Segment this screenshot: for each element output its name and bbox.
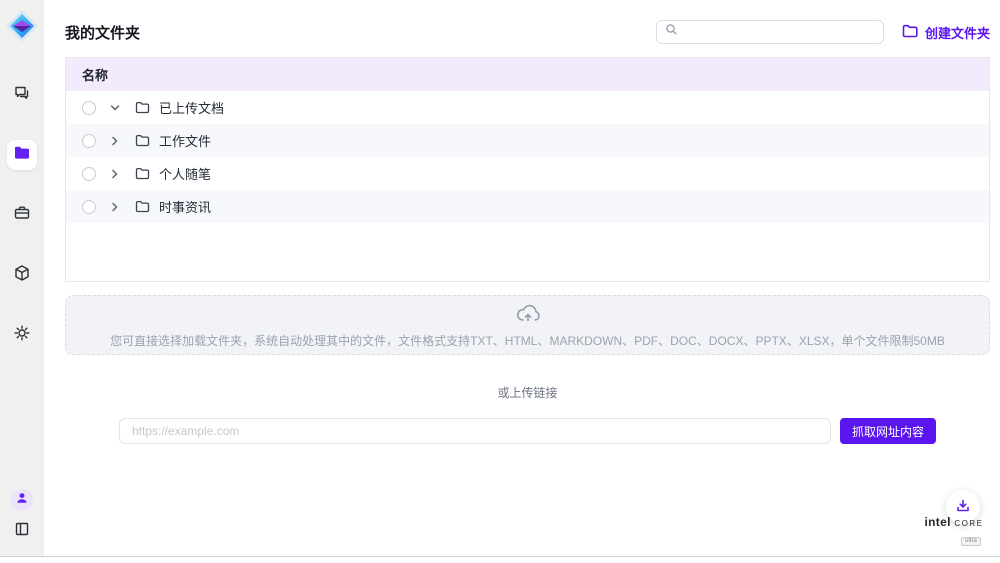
table-row[interactable]: 工作文件 (66, 124, 989, 157)
table-header-name: 名称 (66, 58, 989, 91)
folder-icon (13, 144, 31, 167)
person-icon (15, 491, 29, 510)
create-folder-label: 创建文件夹 (925, 23, 990, 42)
row-checkbox[interactable] (82, 101, 96, 115)
app-logo-icon[interactable] (4, 8, 40, 44)
collapse-panel-button[interactable] (14, 521, 30, 542)
search-icon (665, 23, 678, 41)
intel-wordmark: intel (925, 515, 951, 529)
search-input[interactable] (684, 25, 875, 39)
row-checkbox[interactable] (82, 134, 96, 148)
intel-core-logo: intel core ultra (918, 515, 990, 547)
folder-table: 名称 已上传文档 工作文件 (65, 57, 990, 282)
folder-outline-icon (135, 200, 150, 213)
create-folder-button[interactable]: 创建文件夹 (902, 23, 990, 42)
or-upload-link-label: 或上传链接 (65, 384, 990, 401)
chevron-icon[interactable] (109, 201, 121, 213)
cube-icon (13, 264, 31, 287)
sidebar-item-settings[interactable] (7, 320, 37, 350)
sidebar-item-chat[interactable] (7, 80, 37, 110)
gear-icon (13, 324, 31, 347)
row-label: 时事资讯 (159, 197, 211, 216)
upload-dropzone[interactable]: 您可直接选择加载文件夹，系统自动处理其中的文件，文件格式支持TXT、HTML、M… (65, 295, 990, 355)
chevron-icon[interactable] (109, 135, 121, 147)
panel-layout-icon (14, 524, 30, 541)
folder-outline-icon (135, 101, 150, 114)
sidebar-item-box[interactable] (7, 260, 37, 290)
folder-outline-icon (135, 167, 150, 180)
intel-ultra-badge: ultra (961, 537, 981, 546)
row-label: 个人随笔 (159, 164, 211, 183)
sidebar-item-briefcase[interactable] (7, 200, 37, 230)
table-row[interactable]: 个人随笔 (66, 157, 989, 190)
row-checkbox[interactable] (82, 200, 96, 214)
table-row[interactable]: 已上传文档 (66, 91, 989, 124)
chevron-icon[interactable] (109, 168, 121, 180)
url-input[interactable] (119, 418, 831, 444)
row-label: 工作文件 (159, 131, 211, 150)
sidebar-item-folders[interactable] (7, 140, 37, 170)
briefcase-icon (13, 204, 31, 227)
chevron-icon[interactable] (109, 102, 121, 114)
main-content: 我的文件夹 创建文件夹 名称 (44, 0, 1000, 563)
search-box[interactable] (656, 20, 884, 44)
row-checkbox[interactable] (82, 167, 96, 181)
core-wordmark: core (954, 515, 983, 529)
page-header: 我的文件夹 创建文件夹 (65, 20, 990, 44)
table-row[interactable]: 时事资讯 (66, 190, 989, 223)
download-icon (955, 498, 971, 517)
url-upload-row: 抓取网址内容 (65, 418, 990, 444)
cloud-upload-icon (515, 302, 541, 329)
upload-hint-text: 您可直接选择加载文件夹，系统自动处理其中的文件，文件格式支持TXT、HTML、M… (110, 332, 945, 349)
sidebar (0, 0, 44, 556)
folder-plus-icon (902, 24, 918, 41)
chat-icon (13, 84, 31, 107)
user-avatar[interactable] (11, 489, 33, 511)
fetch-url-button[interactable]: 抓取网址内容 (840, 418, 936, 444)
row-label: 已上传文档 (159, 98, 224, 117)
folder-outline-icon (135, 134, 150, 147)
page-title: 我的文件夹 (65, 22, 140, 43)
